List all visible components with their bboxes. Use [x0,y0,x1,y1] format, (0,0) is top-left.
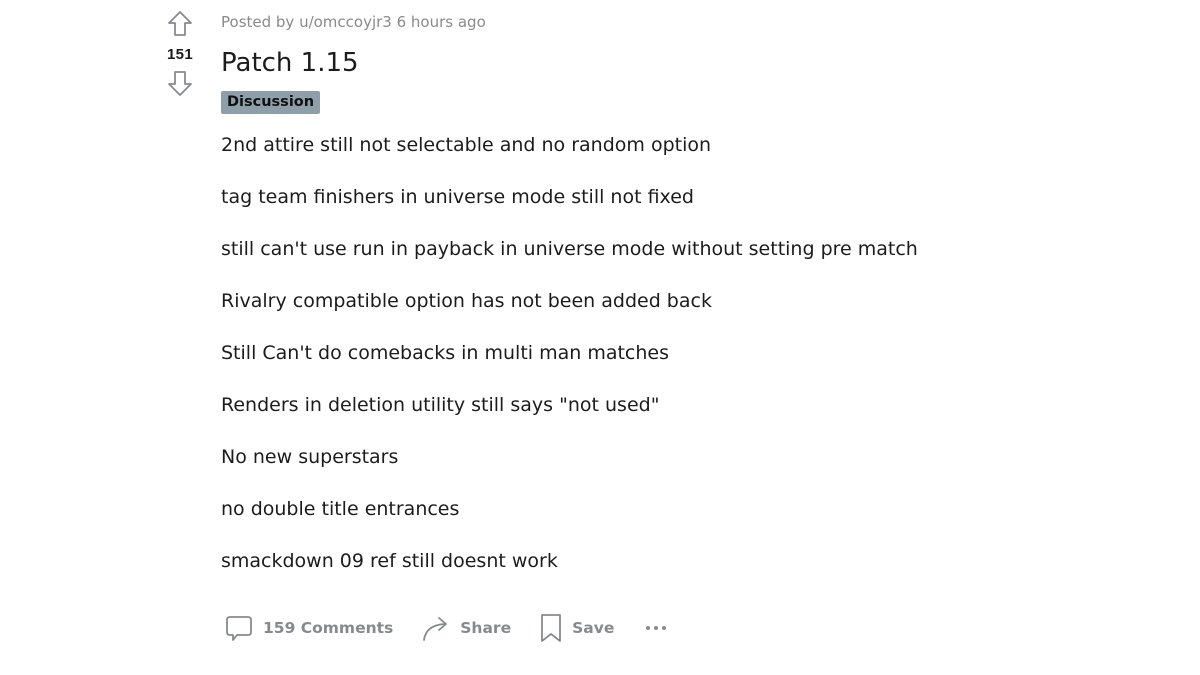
post-body: 2nd attire still not selectable and no r… [221,133,1160,601]
downvote-button[interactable] [166,69,194,97]
vote-column: 151 [158,10,202,97]
more-dots-icon [646,626,651,630]
post-meta[interactable]: Posted by u/omccoyjr3 6 hours ago [221,8,1160,36]
more-dot [654,626,659,630]
share-label: Share [460,619,512,637]
body-line: Rivalry compatible option has not been a… [221,290,712,312]
bookmark-icon [539,612,563,644]
share-button[interactable]: Share [421,613,511,643]
save-button[interactable]: Save [539,612,614,644]
post-title[interactable]: Patch 1.15 [221,46,1160,80]
body-line: No new superstars [221,446,399,468]
more-dot [662,626,667,630]
body-line: still can't use run in payback in univer… [221,238,918,260]
upvote-button[interactable] [166,10,194,38]
share-arrow-icon [421,613,451,643]
post: Posted by u/omccoyjr3 6 hours ago Patch … [221,8,1160,601]
body-line: no double title entrances [221,498,460,520]
body-line: 2nd attire still not selectable and no r… [221,134,712,156]
body-line: Still Can't do comebacks in multi man ma… [221,342,670,364]
comments-button[interactable]: 159 Comments [224,613,393,643]
post-actions: 159 Comments Share Save [224,612,670,644]
vote-score: 151 [167,46,193,63]
comment-bubble-icon [224,613,254,643]
body-line: smackdown 09 ref still doesnt work [221,550,558,572]
body-line: Renders in deletion utility still says "… [221,394,660,416]
arrow-up-outline-icon [168,11,192,36]
save-label: Save [572,619,615,637]
arrow-down-outline-icon [168,71,192,96]
body-line: tag team finishers in universe mode stil… [221,186,694,208]
flair-badge[interactable]: Discussion [221,91,321,114]
more-options-button[interactable] [642,622,670,634]
comments-label: 159 Comments [263,619,394,637]
